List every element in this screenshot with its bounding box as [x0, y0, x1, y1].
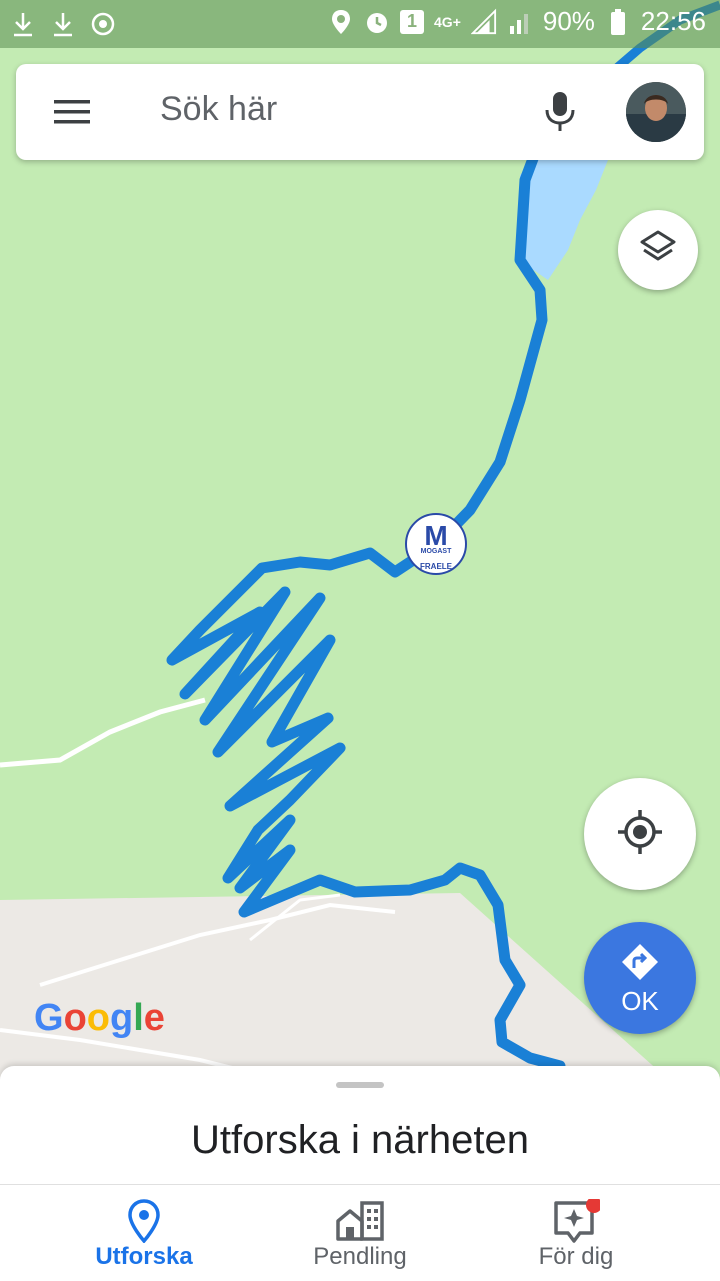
- explore-sheet[interactable]: Utforska i närheten: [0, 1066, 720, 1186]
- clock: 22:56: [640, 6, 706, 36]
- layers-icon: [638, 228, 678, 273]
- directions-label: OK: [621, 986, 659, 1016]
- download-icon: [50, 9, 76, 39]
- crosshair-icon: [616, 808, 664, 861]
- sheet-handle[interactable]: [336, 1082, 384, 1088]
- my-location-button[interactable]: [584, 778, 696, 890]
- avatar[interactable]: [626, 82, 686, 142]
- nav-explore[interactable]: Utforska: [24, 1185, 264, 1281]
- pin-icon: [120, 1199, 168, 1244]
- battery-icon: [605, 7, 631, 37]
- nav-for-you-label: För dig: [538, 1243, 614, 1270]
- commute-icon: [336, 1199, 384, 1243]
- search-bar[interactable]: Sök här: [16, 64, 704, 160]
- search-input[interactable]: Sök här: [160, 90, 277, 129]
- directions-icon: [620, 942, 660, 987]
- svg-text:Google: Google: [34, 997, 164, 1039]
- bottom-navigation: Utforska Pendling För dig: [0, 1184, 720, 1281]
- nav-for-you[interactable]: För dig: [456, 1185, 696, 1281]
- sheet-title: Utforska i närheten: [191, 1118, 529, 1162]
- sim-badge-icon: 1: [400, 9, 425, 34]
- mic-icon[interactable]: [540, 90, 580, 134]
- poi-logo-text: MOGAST: [421, 548, 452, 555]
- poi-marker[interactable]: M MOGAST FRAELE: [405, 513, 467, 575]
- nav-explore-label: Utforska: [95, 1243, 193, 1270]
- status-bar: 1 4G+ 90% 22:56: [0, 0, 720, 48]
- sync-icon: [90, 9, 116, 39]
- directions-button[interactable]: OK: [584, 922, 696, 1034]
- location-icon: [328, 7, 354, 37]
- signal-icon: [470, 7, 497, 37]
- poi-logo-initial: M: [424, 520, 447, 551]
- poi-logo-subtext: FRAELE: [420, 562, 453, 571]
- battery-percent: 90%: [542, 6, 595, 36]
- menu-icon[interactable]: [52, 92, 92, 132]
- google-logo: Google: [34, 996, 165, 1050]
- nav-commute[interactable]: Pendling: [240, 1185, 480, 1281]
- layers-button[interactable]: [618, 210, 698, 290]
- for-you-icon: [552, 1197, 602, 1243]
- nav-commute-label: Pendling: [313, 1243, 407, 1270]
- alarm-icon: [364, 7, 390, 37]
- network-type: 4G+: [434, 13, 461, 30]
- signal-icon: [507, 7, 533, 37]
- download-icon: [10, 9, 36, 39]
